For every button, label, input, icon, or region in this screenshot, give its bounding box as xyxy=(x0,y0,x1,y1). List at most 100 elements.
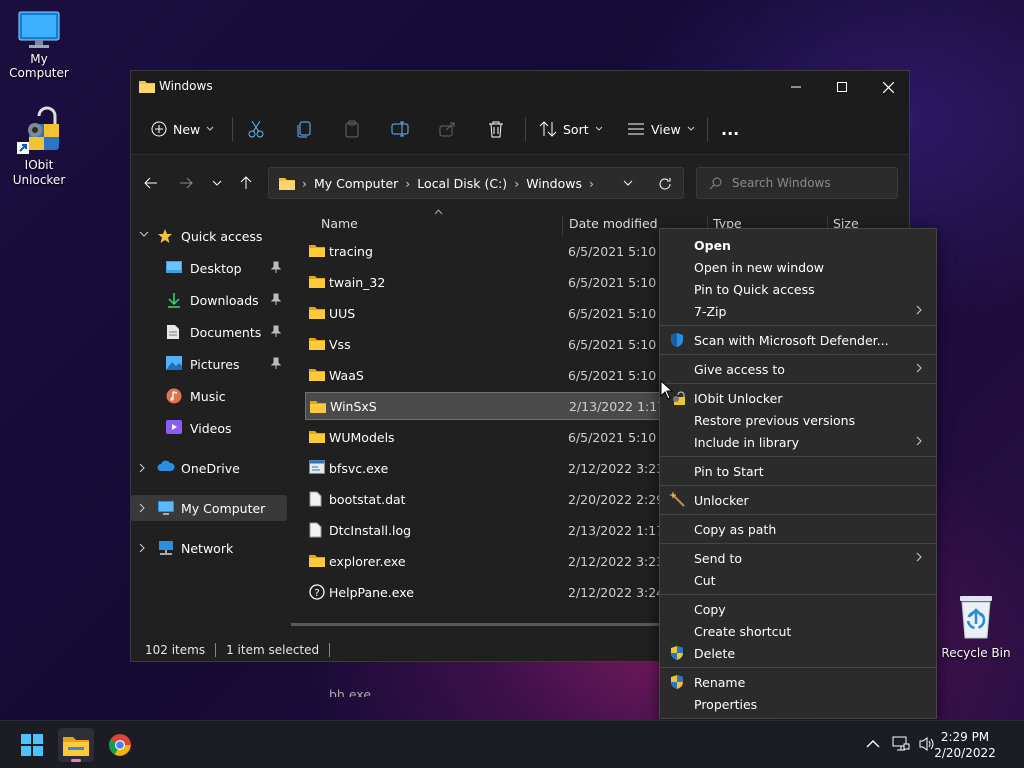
sidebar-item-my-computer[interactable]: My Computer xyxy=(131,495,287,521)
taskbar-file-explorer[interactable] xyxy=(58,728,94,762)
search-box[interactable]: Search Windows xyxy=(696,167,898,199)
desktop-icon-recycle-bin[interactable]: Recycle Bin xyxy=(940,594,1012,660)
chevron-up-icon[interactable] xyxy=(866,739,880,748)
file-name: explorer.exe xyxy=(329,553,406,569)
video-icon xyxy=(166,420,182,434)
forward-button[interactable] xyxy=(174,173,198,193)
context-menu-item[interactable]: Copy as path xyxy=(660,518,936,540)
chevron-down-icon xyxy=(139,231,149,237)
context-menu-item[interactable]: Cut xyxy=(660,569,936,591)
context-menu-item[interactable]: Copy xyxy=(660,598,936,620)
column-divider[interactable] xyxy=(562,215,563,237)
context-menu-item[interactable]: Delete xyxy=(660,642,936,664)
breadcrumb-local-disk[interactable]: Local Disk (C:) xyxy=(417,176,507,191)
more-options-button[interactable]: ... xyxy=(721,117,739,141)
file-icon xyxy=(309,522,322,538)
pin-icon[interactable] xyxy=(271,261,281,273)
folder-icon xyxy=(309,307,325,319)
desktop-icon-my-computer[interactable]: My Computer xyxy=(0,10,78,80)
maximize-icon xyxy=(837,82,847,92)
context-menu-item[interactable]: Include in library xyxy=(660,431,936,453)
context-menu-item[interactable]: 7-Zip xyxy=(660,300,936,322)
rename-button[interactable] xyxy=(391,117,409,141)
context-menu-item[interactable]: Send to xyxy=(660,547,936,569)
context-menu-item[interactable]: Open in new window xyxy=(660,256,936,278)
sidebar-item-label: Pictures xyxy=(190,356,240,372)
sidebar-item-documents[interactable]: Documents xyxy=(131,319,287,345)
new-button[interactable]: New xyxy=(151,117,214,141)
close-button[interactable] xyxy=(865,71,911,103)
context-menu-item[interactable]: IObit Unlocker xyxy=(660,387,936,409)
desktop-icon-label: My Computer xyxy=(9,52,69,80)
paste-button[interactable] xyxy=(343,117,361,141)
chevron-down-icon[interactable] xyxy=(623,180,633,187)
sidebar-item-label: Desktop xyxy=(190,260,242,276)
pin-icon[interactable] xyxy=(271,325,281,337)
file-name: twain_32 xyxy=(329,274,386,290)
status-divider xyxy=(329,643,331,657)
taskbar-chrome[interactable] xyxy=(102,728,138,762)
desktop-icon-label: Recycle Bin xyxy=(941,646,1011,660)
network-tray-icon[interactable] xyxy=(892,735,910,753)
plus-circle-icon xyxy=(151,121,167,137)
address-bar[interactable]: › My Computer › Local Disk (C:) › Window… xyxy=(268,167,684,199)
start-button[interactable] xyxy=(14,728,50,762)
sidebar-item-pictures[interactable]: Pictures xyxy=(131,351,287,377)
sidebar-item-network[interactable]: Network xyxy=(131,535,287,561)
recycle-bin-icon xyxy=(960,596,992,639)
context-menu-item[interactable]: Scan with Microsoft Defender... xyxy=(660,329,936,351)
breadcrumb-my-computer[interactable]: My Computer xyxy=(314,176,398,191)
menu-separator xyxy=(660,456,936,457)
recent-locations-button[interactable] xyxy=(205,173,229,193)
sort-button[interactable]: Sort xyxy=(539,117,603,141)
pin-icon[interactable] xyxy=(271,293,281,305)
row-icon xyxy=(309,305,325,322)
uac-shield-icon xyxy=(671,675,683,689)
context-menu-item[interactable]: Pin to Quick access xyxy=(660,278,936,300)
sidebar-item-onedrive[interactable]: OneDrive xyxy=(131,455,287,481)
context-menu-item[interactable]: Rename xyxy=(660,671,936,693)
search-icon xyxy=(709,177,722,189)
maximize-button[interactable] xyxy=(819,71,865,103)
chevron-right-icon xyxy=(916,363,922,373)
sidebar-item-videos[interactable]: Videos xyxy=(131,415,287,441)
menu-item-label: Send to xyxy=(694,550,743,566)
context-menu-item[interactable]: Pin to Start xyxy=(660,460,936,482)
row-icon xyxy=(309,553,325,570)
sidebar-item-desktop[interactable]: Desktop xyxy=(131,255,287,281)
context-menu-item[interactable]: Give access to xyxy=(660,358,936,380)
context-menu-item[interactable]: Open xyxy=(660,234,936,256)
cut-button[interactable] xyxy=(247,117,265,141)
clock-time: 2:29 PM xyxy=(940,730,990,744)
desktop-icon-iobit-unlocker[interactable]: IObit Unlocker xyxy=(0,106,78,188)
menu-item-label: Copy xyxy=(694,601,726,617)
delete-button[interactable] xyxy=(487,117,505,141)
active-indicator xyxy=(71,759,81,762)
copy-button[interactable] xyxy=(295,117,313,141)
toolbar-divider xyxy=(232,117,233,141)
network-icon xyxy=(159,541,173,555)
context-menu-item[interactable]: Unlocker xyxy=(660,489,936,511)
sidebar-item-downloads[interactable]: Downloads xyxy=(131,287,287,313)
chevron-down-icon xyxy=(687,126,695,131)
context-menu-item[interactable]: Create shortcut xyxy=(660,620,936,642)
sidebar-item-music[interactable]: Music xyxy=(131,383,287,409)
up-button[interactable] xyxy=(234,173,258,193)
back-button[interactable] xyxy=(139,173,163,193)
share-button[interactable] xyxy=(439,117,457,141)
pin-icon[interactable] xyxy=(271,357,281,369)
context-menu-item[interactable]: Restore previous versions xyxy=(660,409,936,431)
refresh-icon[interactable] xyxy=(658,177,672,191)
menu-item-label: Unlocker xyxy=(694,492,749,508)
title-bar[interactable]: Windows xyxy=(131,71,909,103)
chevron-down-icon xyxy=(595,126,602,131)
clock[interactable]: 2:29 PM 2/20/2022 xyxy=(920,729,1010,761)
sidebar-item-quick-access[interactable]: Quick access xyxy=(131,223,287,249)
view-button[interactable]: View xyxy=(627,117,695,141)
breadcrumb-windows[interactable]: Windows xyxy=(526,176,582,191)
scissors-icon xyxy=(248,120,264,138)
monitor-icon xyxy=(18,11,60,48)
minimize-button[interactable] xyxy=(773,71,819,103)
sidebar-item-label: OneDrive xyxy=(181,460,240,476)
context-menu-item[interactable]: Properties xyxy=(660,693,936,715)
